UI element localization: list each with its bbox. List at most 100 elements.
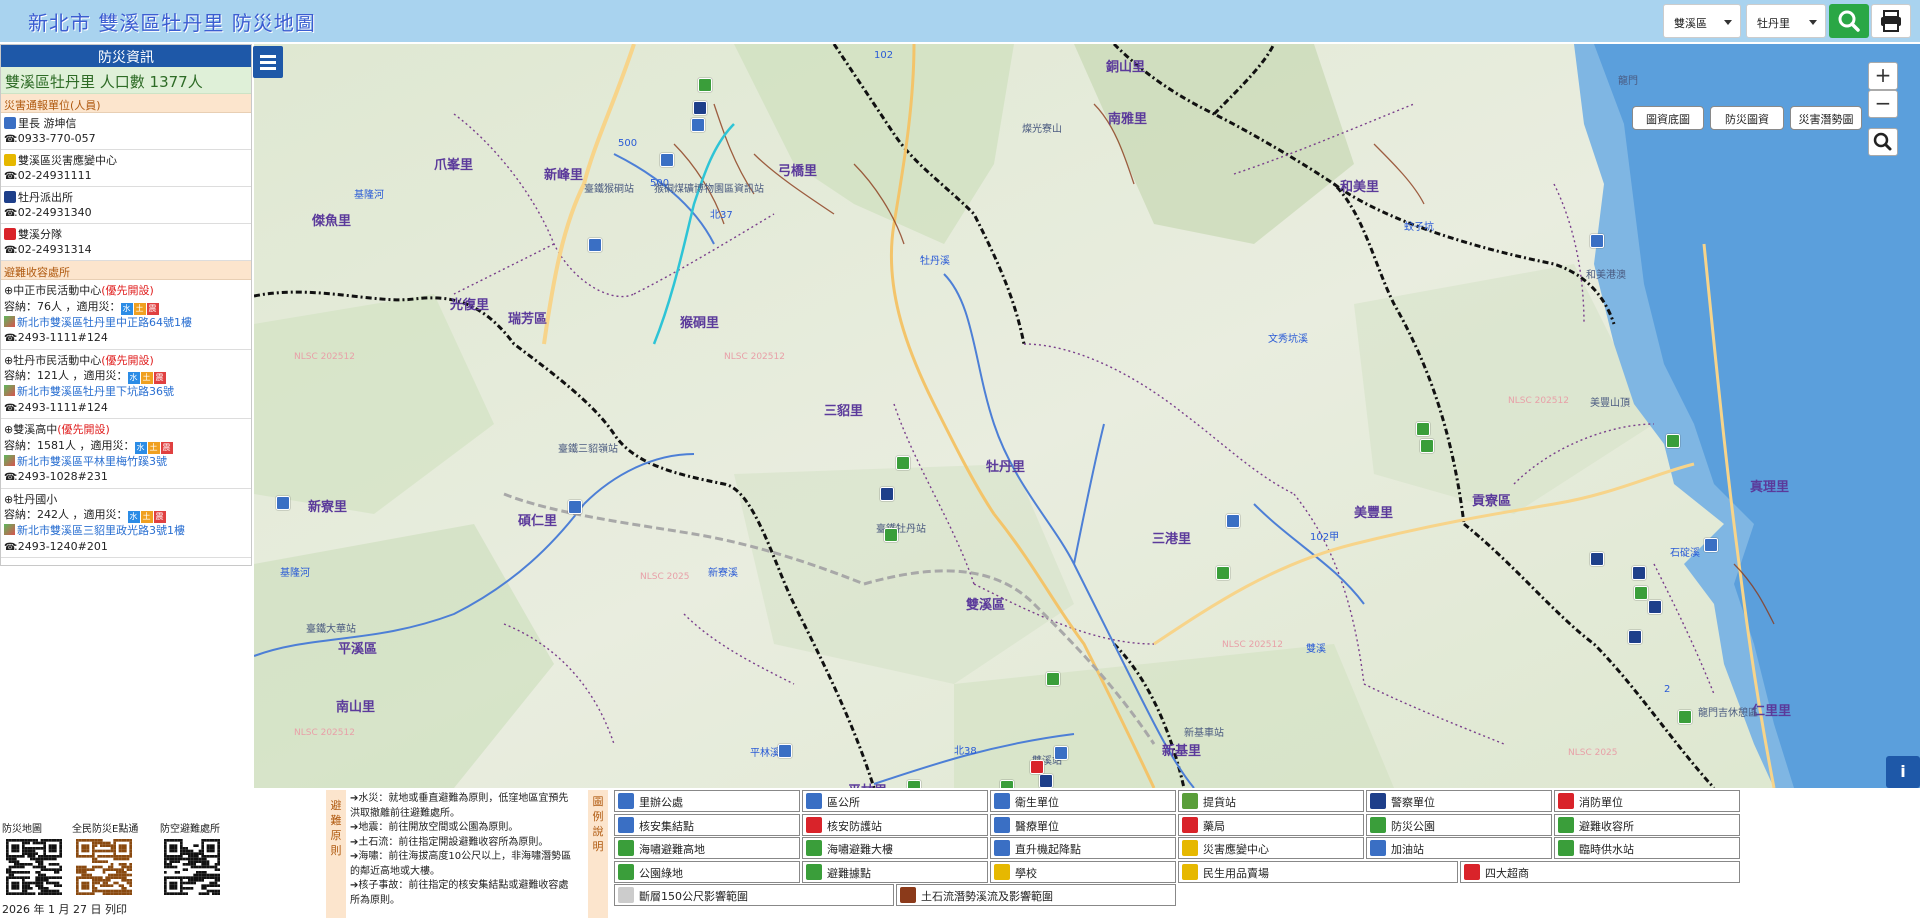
shelter-item[interactable]: ⊕中正市民活動中心(優先開設) 容納：76人 ，適用災：水土震新北市雙溪區牡丹里中… <box>1 280 251 350</box>
village-office-marker[interactable] <box>1226 514 1240 528</box>
legend-label: 提貨站 <box>1203 796 1236 809</box>
village-office-marker[interactable] <box>568 500 582 514</box>
village-office-marker[interactable] <box>778 744 792 758</box>
village-label: 弓橋里 <box>778 164 818 179</box>
menu-button[interactable] <box>253 46 283 78</box>
contact-name-line: 里長 游坤信 <box>4 116 248 131</box>
disaster-map[interactable]: 銅山里 南雅里 爪峯里 新峰里 弓橋里 傑魚里 和美里 光復里 瑞芳區 猴硐里 三貂里 牡丹里 真理里新… <box>254 44 1920 788</box>
shelters-list: ⊕中正市民活動中心(優先開設) 容納：76人 ，適用災：水土震新北市雙溪區牡丹里中… <box>1 280 251 558</box>
police-marker[interactable] <box>693 101 707 115</box>
map-pin-icon <box>4 315 15 327</box>
radio-circle-icon: ⊕ <box>4 284 14 297</box>
tab-basemap[interactable]: 圖資底圖 <box>1632 106 1704 130</box>
village-office-marker[interactable] <box>660 153 674 167</box>
shelter-name[interactable]: 中正市民活動中心 <box>13 284 101 297</box>
contacts-list: 里長 游坤信 ☎:0933-770-057 雙溪區災害應變中心 ☎:02-249311… <box>1 113 251 261</box>
shelter-phone[interactable]: :2493-1111#124 <box>14 401 108 414</box>
village-label: 爪峯里 <box>434 158 474 173</box>
shelter-name[interactable]: 牡丹市民活動中心 <box>13 354 101 367</box>
police-marker[interactable] <box>1039 774 1053 788</box>
shelter-name-line: ⊕中正市民活動中心(優先開設) <box>4 283 248 299</box>
helipad-icon <box>994 840 1010 856</box>
village-office-marker[interactable] <box>588 238 602 252</box>
police-marker[interactable] <box>880 487 894 501</box>
village-office-marker[interactable] <box>691 118 705 132</box>
police-icon <box>4 191 16 203</box>
shelter-address[interactable]: 新北市雙溪區牡丹里下坑路36號 <box>17 385 174 398</box>
shelter-item[interactable]: ⊕雙溪高中(優先開設) 容納：1581人 ，適用災：水土震新北市雙溪區平林里梅竹蹊… <box>1 419 251 489</box>
qr-code[interactable] <box>164 839 220 895</box>
village-label: 新寮里 <box>308 500 348 515</box>
shelter-address-line: 新北市雙溪區三貂里政光路3號1樓 <box>4 523 248 539</box>
shelter-phone[interactable]: :2493-1240#201 <box>14 540 108 553</box>
shelter-capacity-line: 容納：76人 ，適用災：水土震 <box>4 299 248 315</box>
nlsc-watermark: NLSC 202512 <box>1508 396 1569 406</box>
shelter-capacity: 容納：121人 ，適用災： <box>4 369 128 382</box>
shelter-marker[interactable] <box>884 528 898 542</box>
shelter-phone-line: ☎:2493-1111#124 <box>4 400 248 417</box>
search-button[interactable] <box>1829 4 1869 38</box>
shelter-marker[interactable] <box>1634 586 1648 600</box>
road-label: 北38 <box>954 746 977 757</box>
shelter-marker[interactable] <box>1046 672 1060 686</box>
shelter-name-line: ⊕牡丹國小 <box>4 492 248 508</box>
shelter-address[interactable]: 新北市雙溪區牡丹里中正路64號1樓 <box>17 316 192 329</box>
shelter-marker[interactable] <box>907 780 921 788</box>
shelter-marker[interactable] <box>1678 710 1692 724</box>
hazard-badge: 土 <box>133 302 146 315</box>
print-button[interactable] <box>1871 4 1911 38</box>
police-marker[interactable] <box>1648 600 1662 614</box>
contact-phone[interactable]: :02-24931111 <box>14 169 92 182</box>
tab-hazard-potential[interactable]: 災害潛勢圖 <box>1790 106 1862 130</box>
zoom-out-button[interactable]: − <box>1868 90 1898 118</box>
shelter-marker[interactable] <box>1216 566 1230 580</box>
shelter-capacity: 容納：76人 ，適用災： <box>4 299 121 313</box>
qr-code[interactable] <box>76 839 132 895</box>
radio-circle-icon: ⊕ <box>4 492 14 506</box>
shelter-marker[interactable] <box>698 78 712 92</box>
contact-phone[interactable]: :0933-770-057 <box>14 132 96 145</box>
village-select[interactable]: 牡丹里 <box>1746 4 1826 38</box>
legend-item: 災害應變中心 <box>1178 837 1364 859</box>
police-marker[interactable] <box>1628 630 1642 644</box>
shelter-name[interactable]: 雙溪高中 <box>13 423 57 436</box>
info-button[interactable]: i <box>1886 756 1920 788</box>
shelter-marker[interactable] <box>1666 434 1680 448</box>
hazard-badge: 水 <box>134 441 147 454</box>
station-label: 猴硐煤礦博物園區資訊站 <box>654 184 764 195</box>
shelter-marker[interactable] <box>1416 422 1430 436</box>
shelter-item[interactable]: ⊕牡丹市民活動中心(優先開設) 容納：121人 ，適用災：水土震新北市雙溪區牡丹里… <box>1 350 251 419</box>
map-search-button[interactable] <box>1868 128 1898 156</box>
shelter-phone[interactable]: :2493-1028#231 <box>14 470 108 483</box>
road-label: 新寮溪 <box>708 568 738 579</box>
shelter-marker[interactable] <box>896 456 910 470</box>
shelter-phone[interactable]: :2493-1111#124 <box>14 331 108 344</box>
shelter-address[interactable]: 新北市雙溪區三貂里政光路3號1樓 <box>17 524 185 537</box>
village-office-marker[interactable] <box>1590 234 1604 248</box>
legend-label: 藥局 <box>1203 819 1225 833</box>
map-canvas[interactable] <box>254 44 1920 788</box>
panel-heading: 防災資訊 <box>1 45 251 67</box>
shelter-item[interactable]: ⊕牡丹國小 容納：242人 ，適用災：水土震新北市雙溪區三貂里政光路3號1樓 ☎:2… <box>1 489 251 558</box>
shelter-marker[interactable] <box>1000 780 1014 788</box>
contact-phone[interactable]: :02-24931314 <box>14 243 92 256</box>
tsunami-marker[interactable] <box>1420 439 1434 453</box>
police-marker[interactable] <box>1590 552 1604 566</box>
tab-disaster-layers[interactable]: 防災圖資 <box>1710 106 1784 130</box>
district-select[interactable]: 雙溪區 <box>1663 4 1741 38</box>
shelter-name[interactable]: 牡丹國小 <box>13 493 57 506</box>
legend-label: 衛生單位 <box>1015 796 1059 809</box>
village-office-marker[interactable] <box>1054 746 1068 760</box>
village-office-marker[interactable] <box>276 496 290 510</box>
village-label: 光復里 <box>450 298 490 313</box>
priority-badge: (優先開設) <box>101 353 154 367</box>
shelter-address[interactable]: 新北市雙溪區平林里梅竹蹊3號 <box>17 455 167 468</box>
police-marker[interactable] <box>1632 566 1646 580</box>
contact-phone[interactable]: :02-24931340 <box>14 206 92 219</box>
chevron-down-icon <box>1724 20 1732 25</box>
qr-code[interactable] <box>6 839 62 895</box>
zoom-in-button[interactable]: + <box>1868 62 1898 90</box>
village-office-marker[interactable] <box>1704 538 1718 552</box>
fire-marker[interactable] <box>1030 760 1044 774</box>
legend-item: 防災公園 <box>1366 813 1552 836</box>
